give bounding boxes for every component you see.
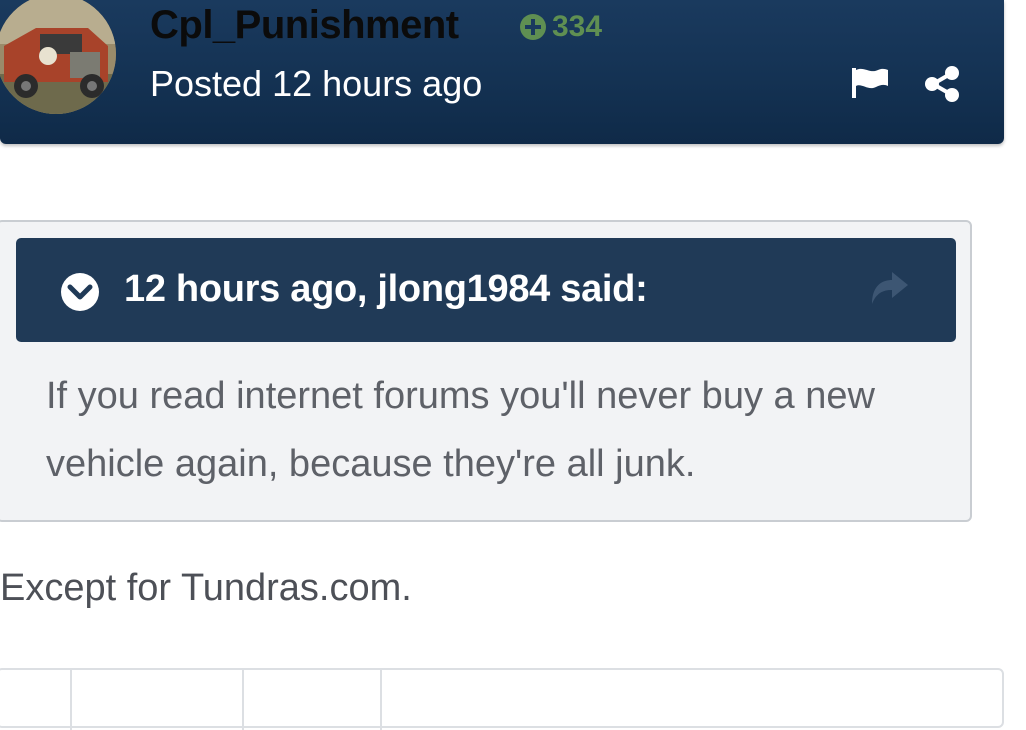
post-timestamp[interactable]: Posted 12 hours ago <box>150 62 482 106</box>
quote-body: If you read internet forums you'll never… <box>46 375 875 485</box>
bar-divider <box>242 670 244 730</box>
bar-divider <box>70 670 72 730</box>
go-to-quoted-post-icon[interactable] <box>866 268 912 308</box>
reply-text: Except for Tundras.com. <box>0 567 412 609</box>
share-icon[interactable] <box>922 64 962 104</box>
expand-icon[interactable] <box>60 272 100 312</box>
quote-citation: 12 hours ago, jlong1984 said: <box>124 268 648 310</box>
flag-icon[interactable] <box>850 66 890 100</box>
avatar-truck-image <box>0 0 116 114</box>
author-name[interactable]: Cpl_Punishment <box>150 2 459 48</box>
reaction-bar <box>0 668 1004 730</box>
reputation-plus-icon <box>520 14 546 40</box>
reputation-count: 334 <box>552 10 603 43</box>
post-header: Cpl_Punishment 334 Posted 12 hours ago <box>0 0 1004 144</box>
avatar[interactable] <box>0 0 116 114</box>
quote-block: 12 hours ago, jlong1984 said: If you rea… <box>0 220 972 522</box>
quote-header[interactable]: 12 hours ago, jlong1984 said: <box>16 238 956 342</box>
reputation-badge[interactable]: 334 <box>520 10 602 44</box>
bar-divider <box>380 670 382 730</box>
